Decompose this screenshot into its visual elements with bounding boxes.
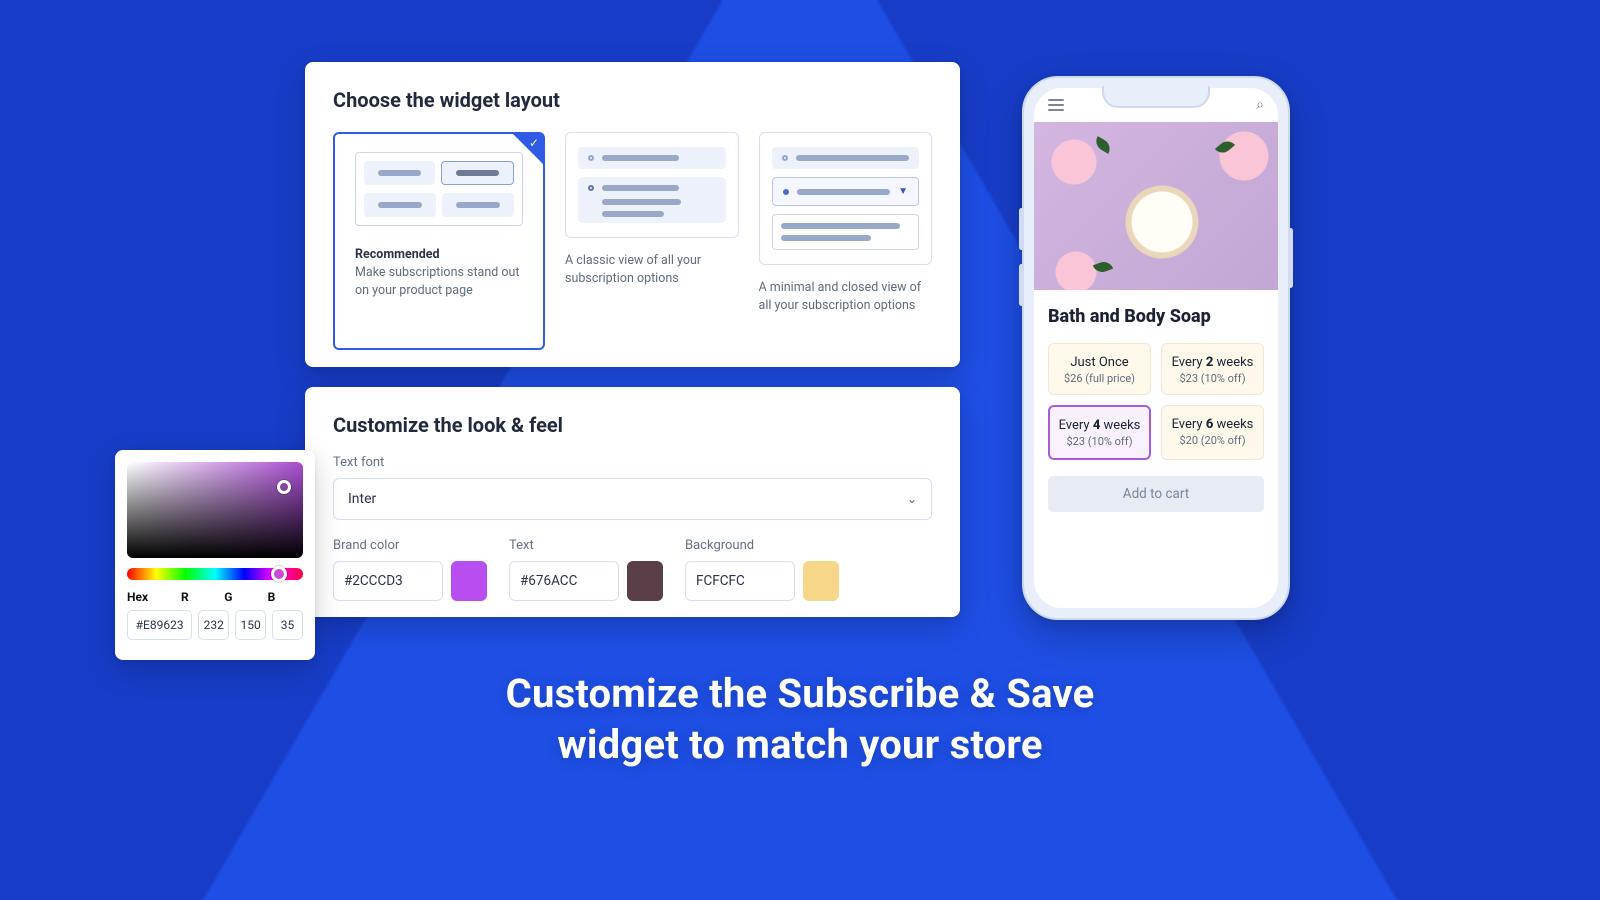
- headline-line-1: Customize the Subscribe & Save: [0, 668, 1600, 719]
- plan-option-2w[interactable]: Every 2 weeks $23 (10% off): [1161, 343, 1264, 395]
- product-image: [1034, 122, 1278, 290]
- b-label: B: [268, 590, 303, 604]
- widget-layout-title: Choose the widget layout: [333, 88, 932, 112]
- search-icon[interactable]: ⌕: [1256, 97, 1264, 113]
- bg-color-input[interactable]: FCFCFC: [685, 561, 795, 601]
- bg-color-swatch[interactable]: [803, 561, 839, 601]
- chevron-down-icon: ⌄: [907, 492, 917, 506]
- brand-color-swatch[interactable]: [451, 561, 487, 601]
- hex-input[interactable]: #E89623: [127, 610, 192, 640]
- layout-option-recommended[interactable]: ✓: [333, 132, 545, 350]
- marketing-headline: Customize the Subscribe & Save widget to…: [0, 668, 1600, 770]
- check-icon: ✓: [529, 137, 539, 149]
- font-label: Text font: [333, 455, 932, 470]
- color-picker-popover: Hex R G B #E89623 232 150 35: [115, 450, 315, 660]
- b-input[interactable]: 35: [272, 610, 303, 640]
- phone-mock: ⌕ Bath and Body Soap Just Once $26 (full…: [1022, 76, 1290, 620]
- option-caption: A classic view of all your subscription …: [565, 252, 738, 288]
- option-title: Recommended: [355, 246, 523, 264]
- headline-line-2: widget to match your store: [0, 719, 1600, 770]
- look-title: Customize the look & feel: [333, 413, 932, 437]
- option-caption: Make subscriptions stand out on your pro…: [355, 265, 520, 298]
- widget-layout-card: Choose the widget layout ✓: [305, 62, 960, 367]
- phone-notch: [1102, 86, 1210, 108]
- hex-label: Hex: [127, 590, 173, 604]
- g-label: G: [224, 590, 259, 604]
- text-color-label: Text: [509, 538, 663, 553]
- plan-option-4w[interactable]: Every 4 weeks $23 (10% off): [1048, 405, 1151, 459]
- sv-handle[interactable]: [277, 480, 291, 494]
- look-and-feel-card: Customize the look & feel Text font Inte…: [305, 387, 960, 617]
- chevron-down-icon: ▼: [898, 186, 908, 197]
- plan-grid: Just Once $26 (full price) Every 2 weeks…: [1048, 343, 1264, 460]
- text-color-input[interactable]: #676ACC: [509, 561, 619, 601]
- color-picker-sv[interactable]: [127, 462, 303, 558]
- text-color-swatch[interactable]: [627, 561, 663, 601]
- color-picker-hue[interactable]: [127, 568, 303, 580]
- layout-option-classic[interactable]: A classic view of all your subscription …: [565, 132, 738, 288]
- layout-option-minimal[interactable]: ▼ A minimal and closed view of all your …: [759, 132, 932, 315]
- r-label: R: [181, 590, 216, 604]
- hamburger-icon[interactable]: [1048, 99, 1064, 111]
- add-to-cart-button[interactable]: Add to cart: [1048, 476, 1264, 512]
- option-caption: A minimal and closed view of all your su…: [759, 279, 932, 315]
- phone-screen: ⌕ Bath and Body Soap Just Once $26 (full…: [1034, 88, 1278, 608]
- font-select[interactable]: Inter ⌄: [333, 478, 932, 520]
- hue-handle[interactable]: [271, 566, 287, 582]
- picker-labels: Hex R G B: [127, 590, 303, 604]
- brand-color-label: Brand color: [333, 538, 487, 553]
- plan-option-once[interactable]: Just Once $26 (full price): [1048, 343, 1151, 395]
- brand-color-input[interactable]: #2CCCD3: [333, 561, 443, 601]
- g-input[interactable]: 150: [235, 610, 266, 640]
- font-value: Inter: [348, 491, 376, 507]
- plan-option-6w[interactable]: Every 6 weeks $20 (20% off): [1161, 405, 1264, 459]
- bg-color-label: Background: [685, 538, 839, 553]
- product-title: Bath and Body Soap: [1048, 306, 1264, 327]
- layout-options: ✓: [333, 132, 932, 350]
- r-input[interactable]: 232: [198, 610, 229, 640]
